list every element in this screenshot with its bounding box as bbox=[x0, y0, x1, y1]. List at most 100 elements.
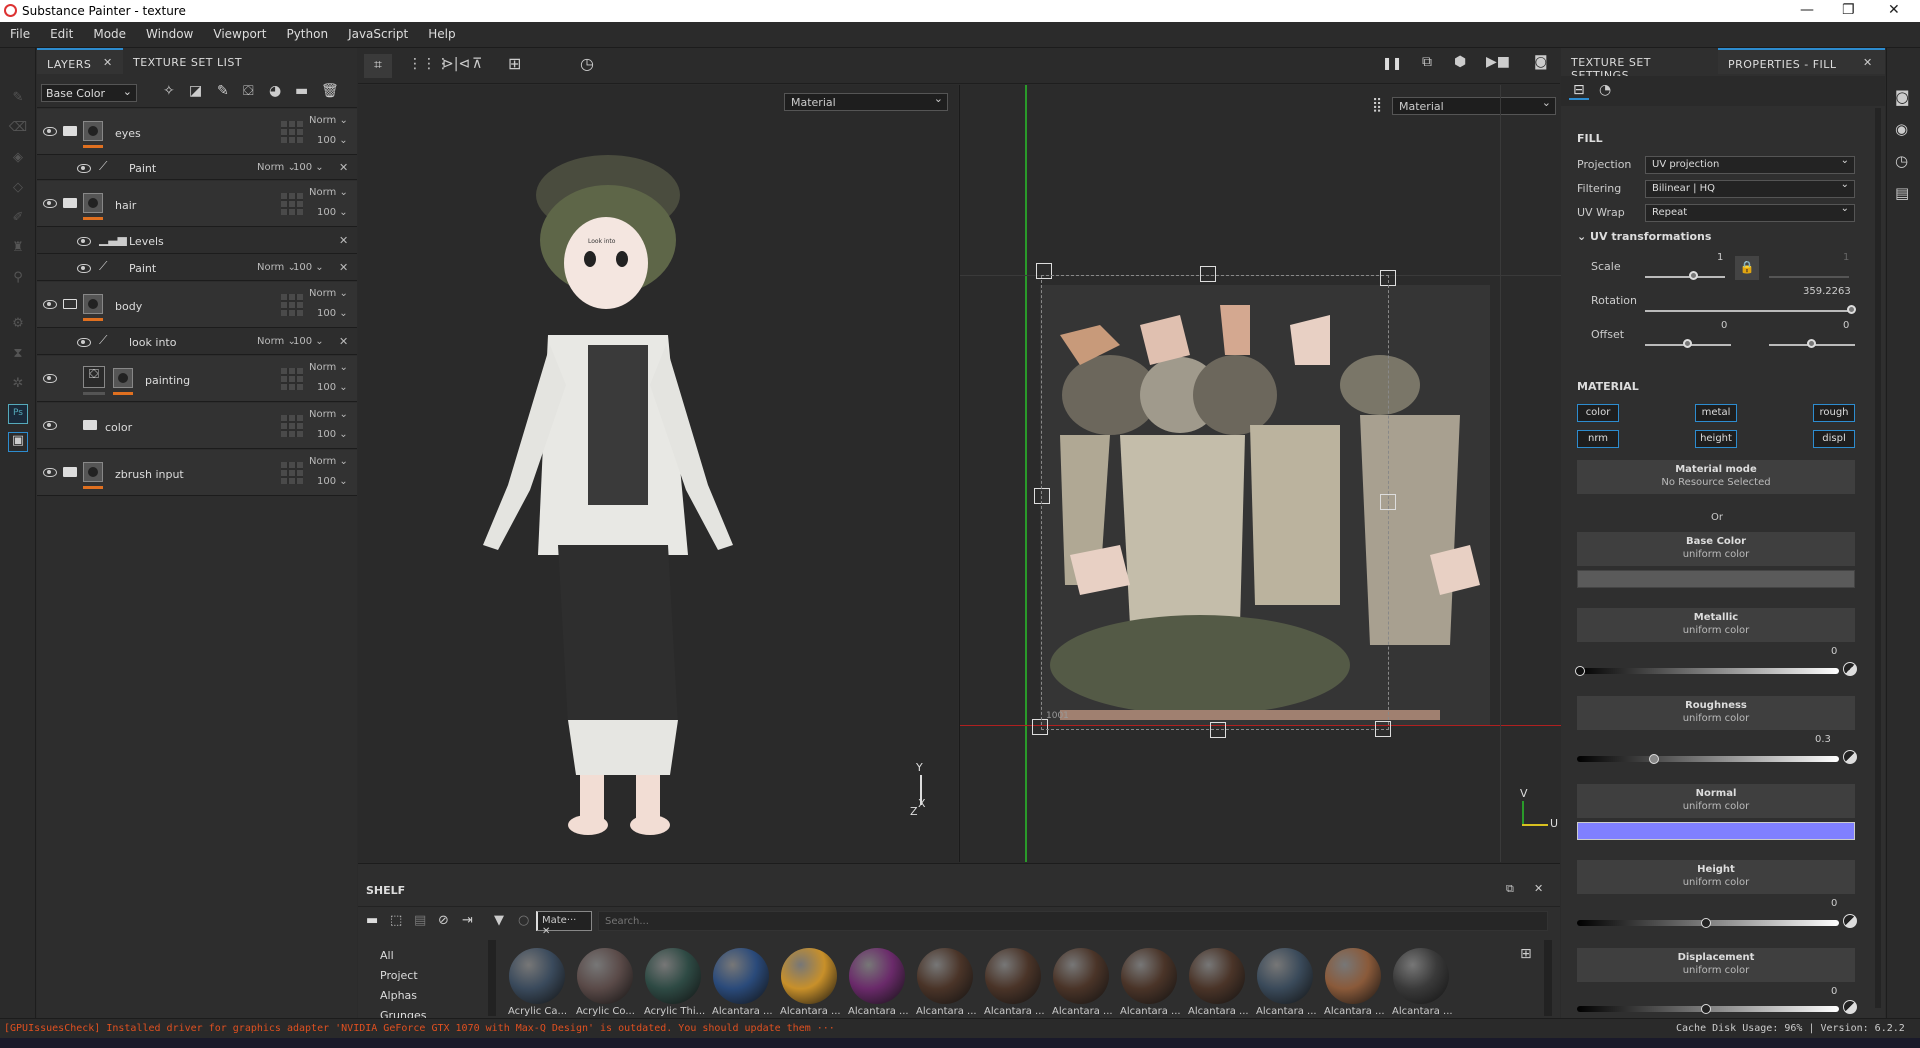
menu-help[interactable]: Help bbox=[418, 22, 465, 41]
visibility-eye-icon[interactable] bbox=[43, 300, 57, 309]
opacity-value[interactable]: 100 ⌄ bbox=[317, 308, 348, 319]
metallic-box[interactable]: Metallic uniform color bbox=[1577, 608, 1855, 642]
blend-mode[interactable]: Norm ⌄ bbox=[257, 262, 296, 273]
uv-options-icon[interactable]: ⣿ bbox=[1372, 97, 1382, 113]
blend-mode[interactable]: Norm ⌄ bbox=[309, 288, 348, 299]
scale-knob[interactable] bbox=[1689, 271, 1698, 280]
add-icon[interactable]: ⊞ bbox=[508, 54, 521, 73]
channel-chip-color[interactable]: color bbox=[1577, 404, 1619, 422]
viewport-2d-uv[interactable]: ⣿ Material ⌄ 1001 V U bbox=[959, 85, 1561, 862]
filter-icon[interactable]: ▼ bbox=[494, 913, 504, 928]
blend-mode[interactable]: Norm ⌄ bbox=[309, 409, 348, 420]
minimize-icon[interactable]: — bbox=[1800, 2, 1814, 18]
displacement-box[interactable]: Displacement uniform color bbox=[1577, 948, 1855, 982]
height-box[interactable]: Height uniform color bbox=[1577, 860, 1855, 894]
menu-file[interactable]: File bbox=[0, 22, 40, 41]
uvwrap-dropdown[interactable]: Repeat bbox=[1645, 203, 1855, 222]
shelf-item[interactable]: Alcantara ... bbox=[1184, 944, 1250, 1020]
shelf-item[interactable]: Alcantara ... bbox=[1388, 944, 1454, 1020]
scale-slider[interactable] bbox=[1645, 276, 1725, 278]
add-smart-material-icon[interactable]: ◕ bbox=[269, 83, 281, 99]
material-mode-box[interactable]: Material mode No Resource Selected bbox=[1577, 460, 1855, 494]
opacity-value[interactable]: 100 ⌄ bbox=[317, 135, 348, 146]
displacement-knob[interactable] bbox=[1701, 1004, 1711, 1014]
menu-edit[interactable]: Edit bbox=[40, 22, 83, 41]
normal-box[interactable]: Normal uniform color bbox=[1577, 784, 1855, 818]
channel-chip-rough[interactable]: rough bbox=[1813, 404, 1855, 422]
sublayer-row-look-into[interactable]: ⟋ look into Norm ⌄ 100 ⌄ ✕ bbox=[37, 329, 357, 355]
frame-selection-icon[interactable]: ⌗ bbox=[364, 54, 392, 78]
blend-mode[interactable]: Norm ⌄ bbox=[257, 336, 296, 347]
rotation-knob[interactable] bbox=[1847, 305, 1856, 314]
height-knob[interactable] bbox=[1701, 918, 1711, 928]
layer-row-color[interactable]: color Norm ⌄ 100 ⌄ bbox=[37, 403, 357, 449]
sublayer-row-levels[interactable]: ▁▃▅ Levels ✕ bbox=[37, 228, 357, 254]
channel-dropdown[interactable]: Base Color ⌄ bbox=[41, 84, 137, 102]
visibility-eye-icon[interactable] bbox=[77, 338, 91, 347]
screenshot-icon[interactable]: ◙ bbox=[1534, 54, 1548, 70]
metallic-slider[interactable] bbox=[1577, 668, 1839, 674]
tab-texture-set-settings[interactable]: TEXTURE SET SETTINGS bbox=[1561, 48, 1718, 82]
remove-effect-icon[interactable]: ✕ bbox=[339, 335, 348, 348]
layer-properties-icon[interactable]: ⊟ bbox=[1569, 82, 1589, 100]
shelf-item[interactable]: Alcantara ... bbox=[1252, 944, 1318, 1020]
add-mask-icon[interactable]: ◪ bbox=[189, 83, 202, 99]
opacity-value[interactable]: 100 ⌄ bbox=[293, 262, 324, 273]
tab-texture-set-list[interactable]: TEXTURE SET LIST bbox=[123, 48, 273, 74]
menu-python[interactable]: Python bbox=[276, 22, 338, 41]
bake-icon[interactable]: ⧗ bbox=[8, 346, 28, 366]
close-shelf-icon[interactable]: ✕ bbox=[1534, 882, 1543, 895]
cube-icon[interactable]: ⬢ bbox=[1454, 54, 1466, 70]
display-settings-icon[interactable]: ◉ bbox=[1895, 120, 1908, 138]
blend-mode[interactable]: Norm ⌄ bbox=[309, 115, 348, 126]
pause-icon[interactable]: ❚❚ bbox=[1382, 56, 1402, 70]
close-tab-icon[interactable]: ✕ bbox=[103, 56, 112, 69]
shelf-category-project[interactable]: Project bbox=[380, 966, 426, 986]
photoshop-icon[interactable]: Ps bbox=[8, 404, 28, 424]
picker-icon[interactable] bbox=[1843, 914, 1857, 928]
opacity-value[interactable]: 100 ⌄ bbox=[293, 162, 324, 173]
polygon-fill-icon[interactable]: ◇ bbox=[8, 180, 28, 200]
add-folder-icon[interactable]: ▬ bbox=[295, 83, 308, 99]
sublayer-row-paint[interactable]: ⟋ Paint Norm ⌄ 100 ⌄ ✕ bbox=[37, 156, 357, 180]
material-properties-icon[interactable]: ◔ bbox=[1599, 82, 1611, 98]
opacity-value[interactable]: 100 ⌄ bbox=[317, 476, 348, 487]
shelf-category-alphas[interactable]: Alphas bbox=[380, 986, 426, 1006]
add-paint-layer-icon[interactable]: ✎ bbox=[217, 83, 229, 99]
channel-chip-displ[interactable]: displ bbox=[1813, 430, 1855, 448]
shelf-item[interactable]: Acrylic Ca... bbox=[504, 944, 570, 1020]
import-icon[interactable]: ⇥ bbox=[462, 913, 473, 928]
layer-row-hair[interactable]: hair Norm ⌄ 100 ⌄ bbox=[37, 181, 357, 227]
history-icon[interactable]: ◷ bbox=[1895, 152, 1908, 170]
smudge-icon[interactable]: ✐ bbox=[8, 210, 28, 230]
shelf-item[interactable]: Alcantara ... bbox=[912, 944, 978, 1020]
view2d-mode-dropdown[interactable]: Material bbox=[1392, 96, 1556, 115]
projection-icon[interactable]: ◈ bbox=[8, 150, 28, 170]
normal-color-swatch[interactable] bbox=[1577, 822, 1855, 840]
log-icon[interactable]: ▤ bbox=[1895, 184, 1909, 202]
folder-icon[interactable]: ▬ bbox=[366, 913, 378, 928]
projection-dropdown[interactable]: UV projection bbox=[1645, 155, 1855, 174]
picker-icon[interactable] bbox=[1843, 1000, 1857, 1014]
picker-icon[interactable] bbox=[1843, 750, 1857, 764]
shelf-scrollbar[interactable] bbox=[1544, 940, 1552, 1016]
tab-properties-fill[interactable]: PROPERTIES - FILL bbox=[1718, 48, 1885, 74]
opacity-value[interactable]: 100 ⌄ bbox=[317, 382, 348, 393]
layer-row-zbrush-input[interactable]: zbrush input Norm ⌄ 100 ⌄ bbox=[37, 450, 357, 496]
visibility-eye-icon[interactable] bbox=[43, 374, 57, 383]
eraser-icon[interactable]: ⌫ bbox=[8, 120, 28, 140]
offset-x-knob[interactable] bbox=[1683, 339, 1692, 348]
status-message[interactable]: [GPUIssuesCheck] Installed driver for gr… bbox=[4, 1023, 835, 1034]
blend-mode[interactable]: Norm ⌄ bbox=[309, 456, 348, 467]
shelf-item[interactable]: Alcantara ... bbox=[980, 944, 1046, 1020]
channel-chip-metal[interactable]: metal bbox=[1695, 404, 1737, 422]
visibility-eye-icon[interactable] bbox=[43, 199, 57, 208]
blend-mode[interactable]: Norm ⌄ bbox=[257, 162, 296, 173]
save-icon[interactable]: ▤ bbox=[414, 913, 426, 928]
settings-icon[interactable]: ⚙ bbox=[8, 316, 28, 336]
menu-javascript[interactable]: JavaScript bbox=[338, 22, 418, 41]
base-color-box[interactable]: Base Color uniform color bbox=[1577, 532, 1855, 566]
filtering-dropdown[interactable]: Bilinear | HQ bbox=[1645, 179, 1855, 198]
mirror-icon[interactable]: ⊼ bbox=[472, 56, 482, 72]
shelf-item[interactable]: Alcantara ... bbox=[844, 944, 910, 1020]
